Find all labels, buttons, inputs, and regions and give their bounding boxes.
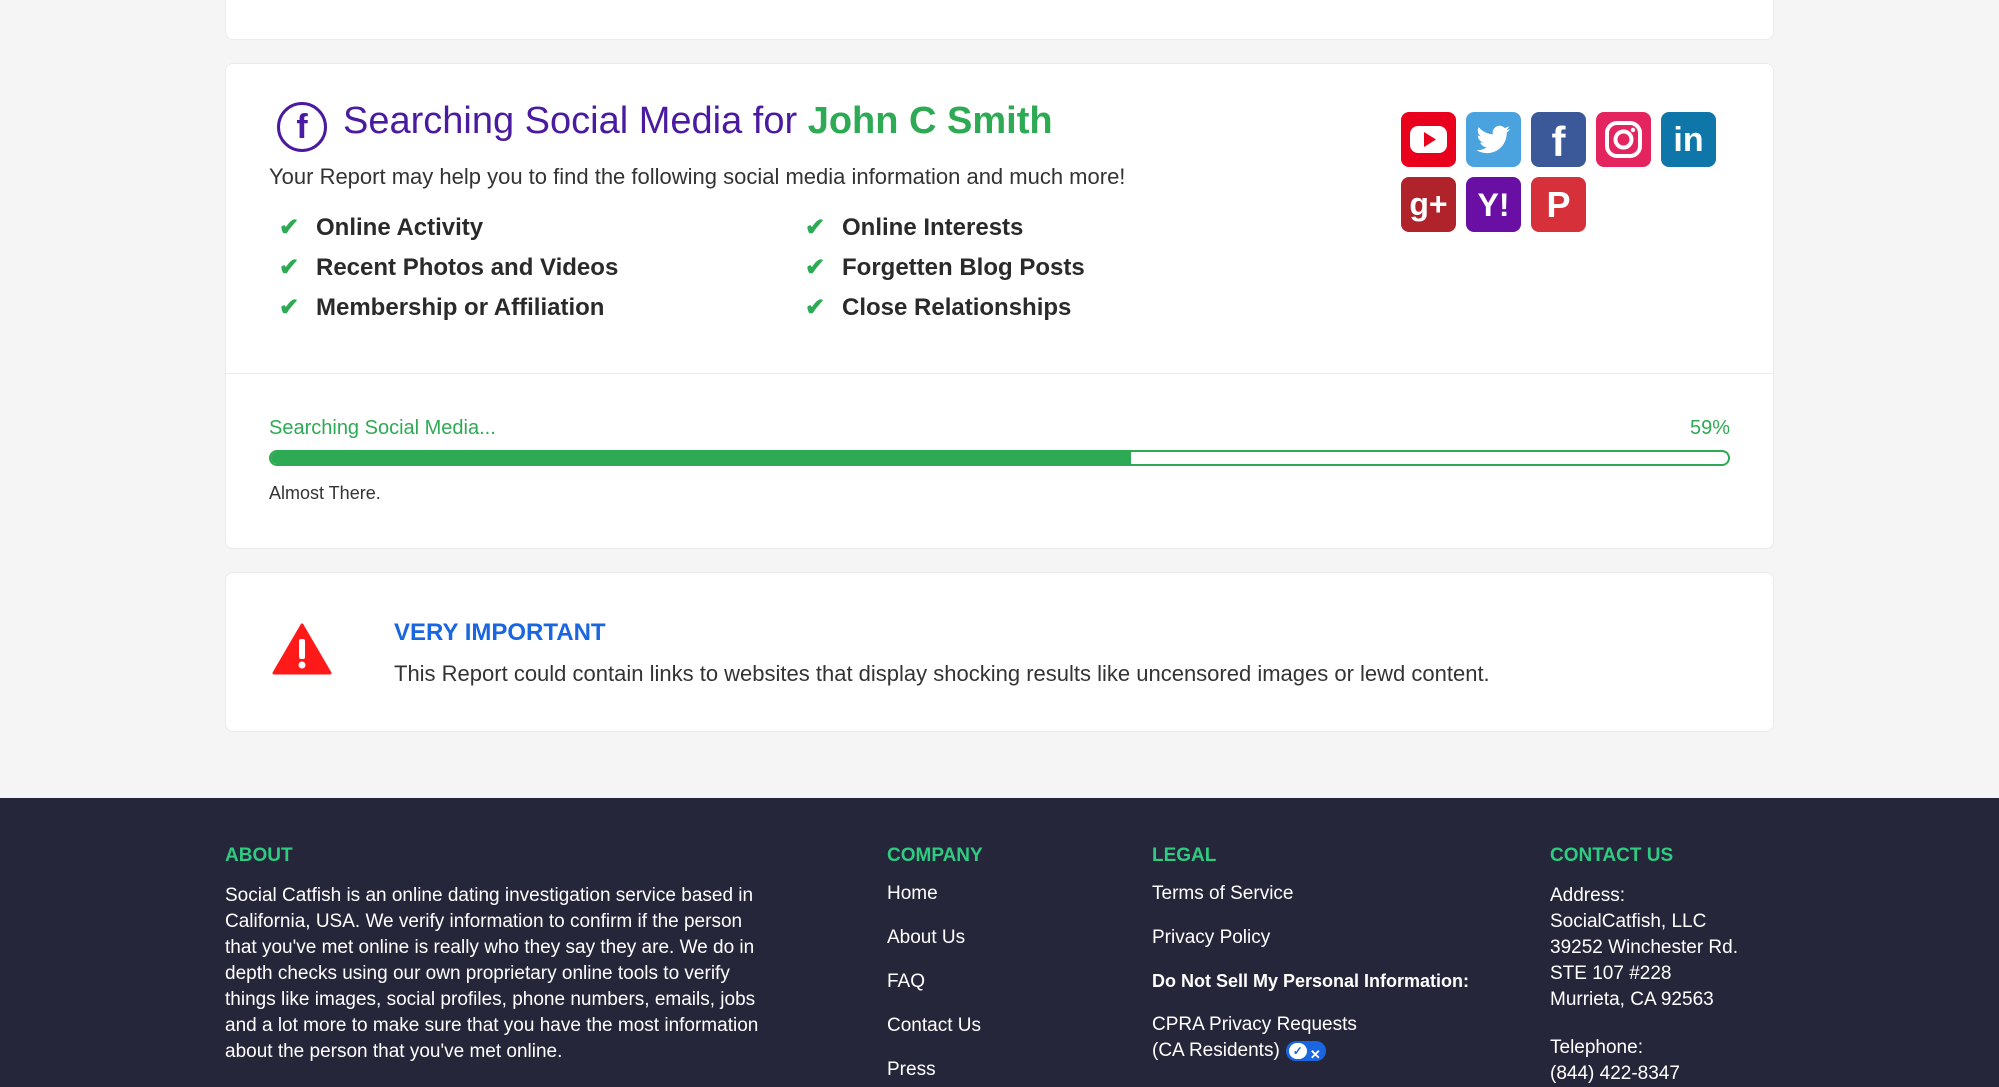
yahoo-icon: Y! bbox=[1466, 177, 1521, 232]
footer-heading: ABOUT bbox=[225, 845, 293, 866]
feature-label: Online Interests bbox=[842, 214, 1024, 241]
address-label: Address: bbox=[1550, 885, 1625, 906]
footer-legal: LEGAL Terms of Service Privacy Policy Do… bbox=[1152, 845, 1469, 1064]
facebook-circle-icon: f bbox=[277, 102, 327, 152]
progress-bar bbox=[269, 450, 1730, 466]
subject-name: John C Smith bbox=[807, 100, 1053, 142]
feature-label: Membership or Affiliation bbox=[316, 294, 605, 321]
previous-card bbox=[225, 0, 1774, 40]
feature-item: ✔ Membership or Affiliation bbox=[274, 293, 605, 322]
linkedin-icon: in bbox=[1661, 112, 1716, 167]
social-media-card: f Searching Social Media for John C Smit… bbox=[225, 63, 1774, 549]
cpra-line-2-text: (CA Residents) bbox=[1152, 1040, 1280, 1061]
check-icon: ✔ bbox=[804, 294, 826, 321]
feature-label: Close Relationships bbox=[842, 294, 1072, 321]
footer-link-about[interactable]: About Us bbox=[887, 927, 983, 949]
footer-heading: CONTACT US bbox=[1550, 845, 1674, 866]
footer-link-press[interactable]: Press bbox=[887, 1059, 983, 1081]
instagram-icon bbox=[1596, 112, 1651, 167]
feature-label: Forgetten Blog Posts bbox=[842, 254, 1085, 281]
progress-fill bbox=[271, 452, 1131, 464]
pinterest-icon: P bbox=[1531, 177, 1586, 232]
footer: ABOUT Social Catfish is an online dating… bbox=[0, 798, 1999, 1087]
feature-item: ✔ Close Relationships bbox=[800, 293, 1071, 322]
facebook-icon: f bbox=[1531, 112, 1586, 167]
warning-triangle-icon bbox=[272, 623, 332, 680]
twitter-icon bbox=[1466, 112, 1521, 167]
check-icon: ✔ bbox=[278, 254, 300, 281]
address-line: 39252 Winchester Rd. bbox=[1550, 937, 1738, 958]
feature-item: ✔ Online Interests bbox=[800, 213, 1023, 242]
cpra-link[interactable]: CPRA Privacy Requests (CA Residents) ✓ ✕ bbox=[1152, 1012, 1469, 1064]
warning-text: This Report could contain links to websi… bbox=[394, 661, 1490, 686]
telephone-number[interactable]: (844) 422-8347 bbox=[1550, 1061, 1738, 1087]
address-line: Murrieta, CA 92563 bbox=[1550, 989, 1714, 1010]
about-text: Social Catfish is an online dating inves… bbox=[225, 885, 759, 1062]
telephone-label: Telephone: bbox=[1550, 1037, 1643, 1058]
footer-contact: CONTACT US Address: SocialCatfish, LLC 3… bbox=[1550, 845, 1738, 1087]
social-search-title: Searching Social Media for John C Smith bbox=[343, 100, 1053, 143]
feature-item: ✔ Forgetten Blog Posts bbox=[800, 253, 1085, 282]
do-not-sell-label[interactable]: Do Not Sell My Personal Information: bbox=[1152, 971, 1469, 992]
feature-item: ✔ Recent Photos and Videos bbox=[274, 253, 618, 282]
footer-company: COMPANY Home About Us FAQ Contact Us Pre… bbox=[887, 845, 983, 1087]
footer-heading: LEGAL bbox=[1152, 845, 1217, 866]
feature-label: Recent Photos and Videos bbox=[316, 254, 619, 281]
youtube-icon bbox=[1401, 112, 1456, 167]
progress-label: Searching Social Media... bbox=[269, 417, 496, 439]
check-icon: ✔ bbox=[804, 254, 826, 281]
footer-link-home[interactable]: Home bbox=[887, 883, 983, 905]
progress-note: Almost There. bbox=[269, 483, 381, 503]
check-icon: ✔ bbox=[278, 214, 300, 241]
footer-link-contact[interactable]: Contact Us bbox=[887, 1015, 983, 1037]
footer-link-terms[interactable]: Terms of Service bbox=[1152, 883, 1469, 905]
footer-link-faq[interactable]: FAQ bbox=[887, 971, 983, 993]
privacy-choices-icon: ✓ ✕ bbox=[1285, 1040, 1326, 1062]
feature-label: Online Activity bbox=[316, 214, 484, 241]
footer-link-privacy[interactable]: Privacy Policy bbox=[1152, 927, 1469, 949]
footer-heading: COMPANY bbox=[887, 845, 983, 866]
cpra-line-2: (CA Residents) ✓ ✕ bbox=[1152, 1038, 1469, 1064]
progress-percent: 59% bbox=[1689, 417, 1730, 439]
social-subtitle: Your Report may help you to find the fol… bbox=[269, 164, 1126, 189]
feature-item: ✔ Online Activity bbox=[274, 213, 483, 242]
address-line: SocialCatfish, LLC bbox=[1550, 911, 1707, 932]
check-icon: ✔ bbox=[278, 294, 300, 321]
footer-about: ABOUT Social Catfish is an online dating… bbox=[225, 845, 765, 1065]
warning-card: VERY IMPORTANT This Report could contain… bbox=[225, 572, 1774, 732]
cpra-line-1: CPRA Privacy Requests bbox=[1152, 1014, 1357, 1035]
section-divider bbox=[226, 373, 1773, 374]
address-line: STE 107 #228 bbox=[1550, 963, 1672, 984]
google-plus-icon: g+ bbox=[1401, 177, 1456, 232]
title-prefix: Searching Social Media for bbox=[343, 100, 808, 142]
warning-title: VERY IMPORTANT bbox=[394, 619, 606, 646]
check-icon: ✔ bbox=[804, 214, 826, 241]
